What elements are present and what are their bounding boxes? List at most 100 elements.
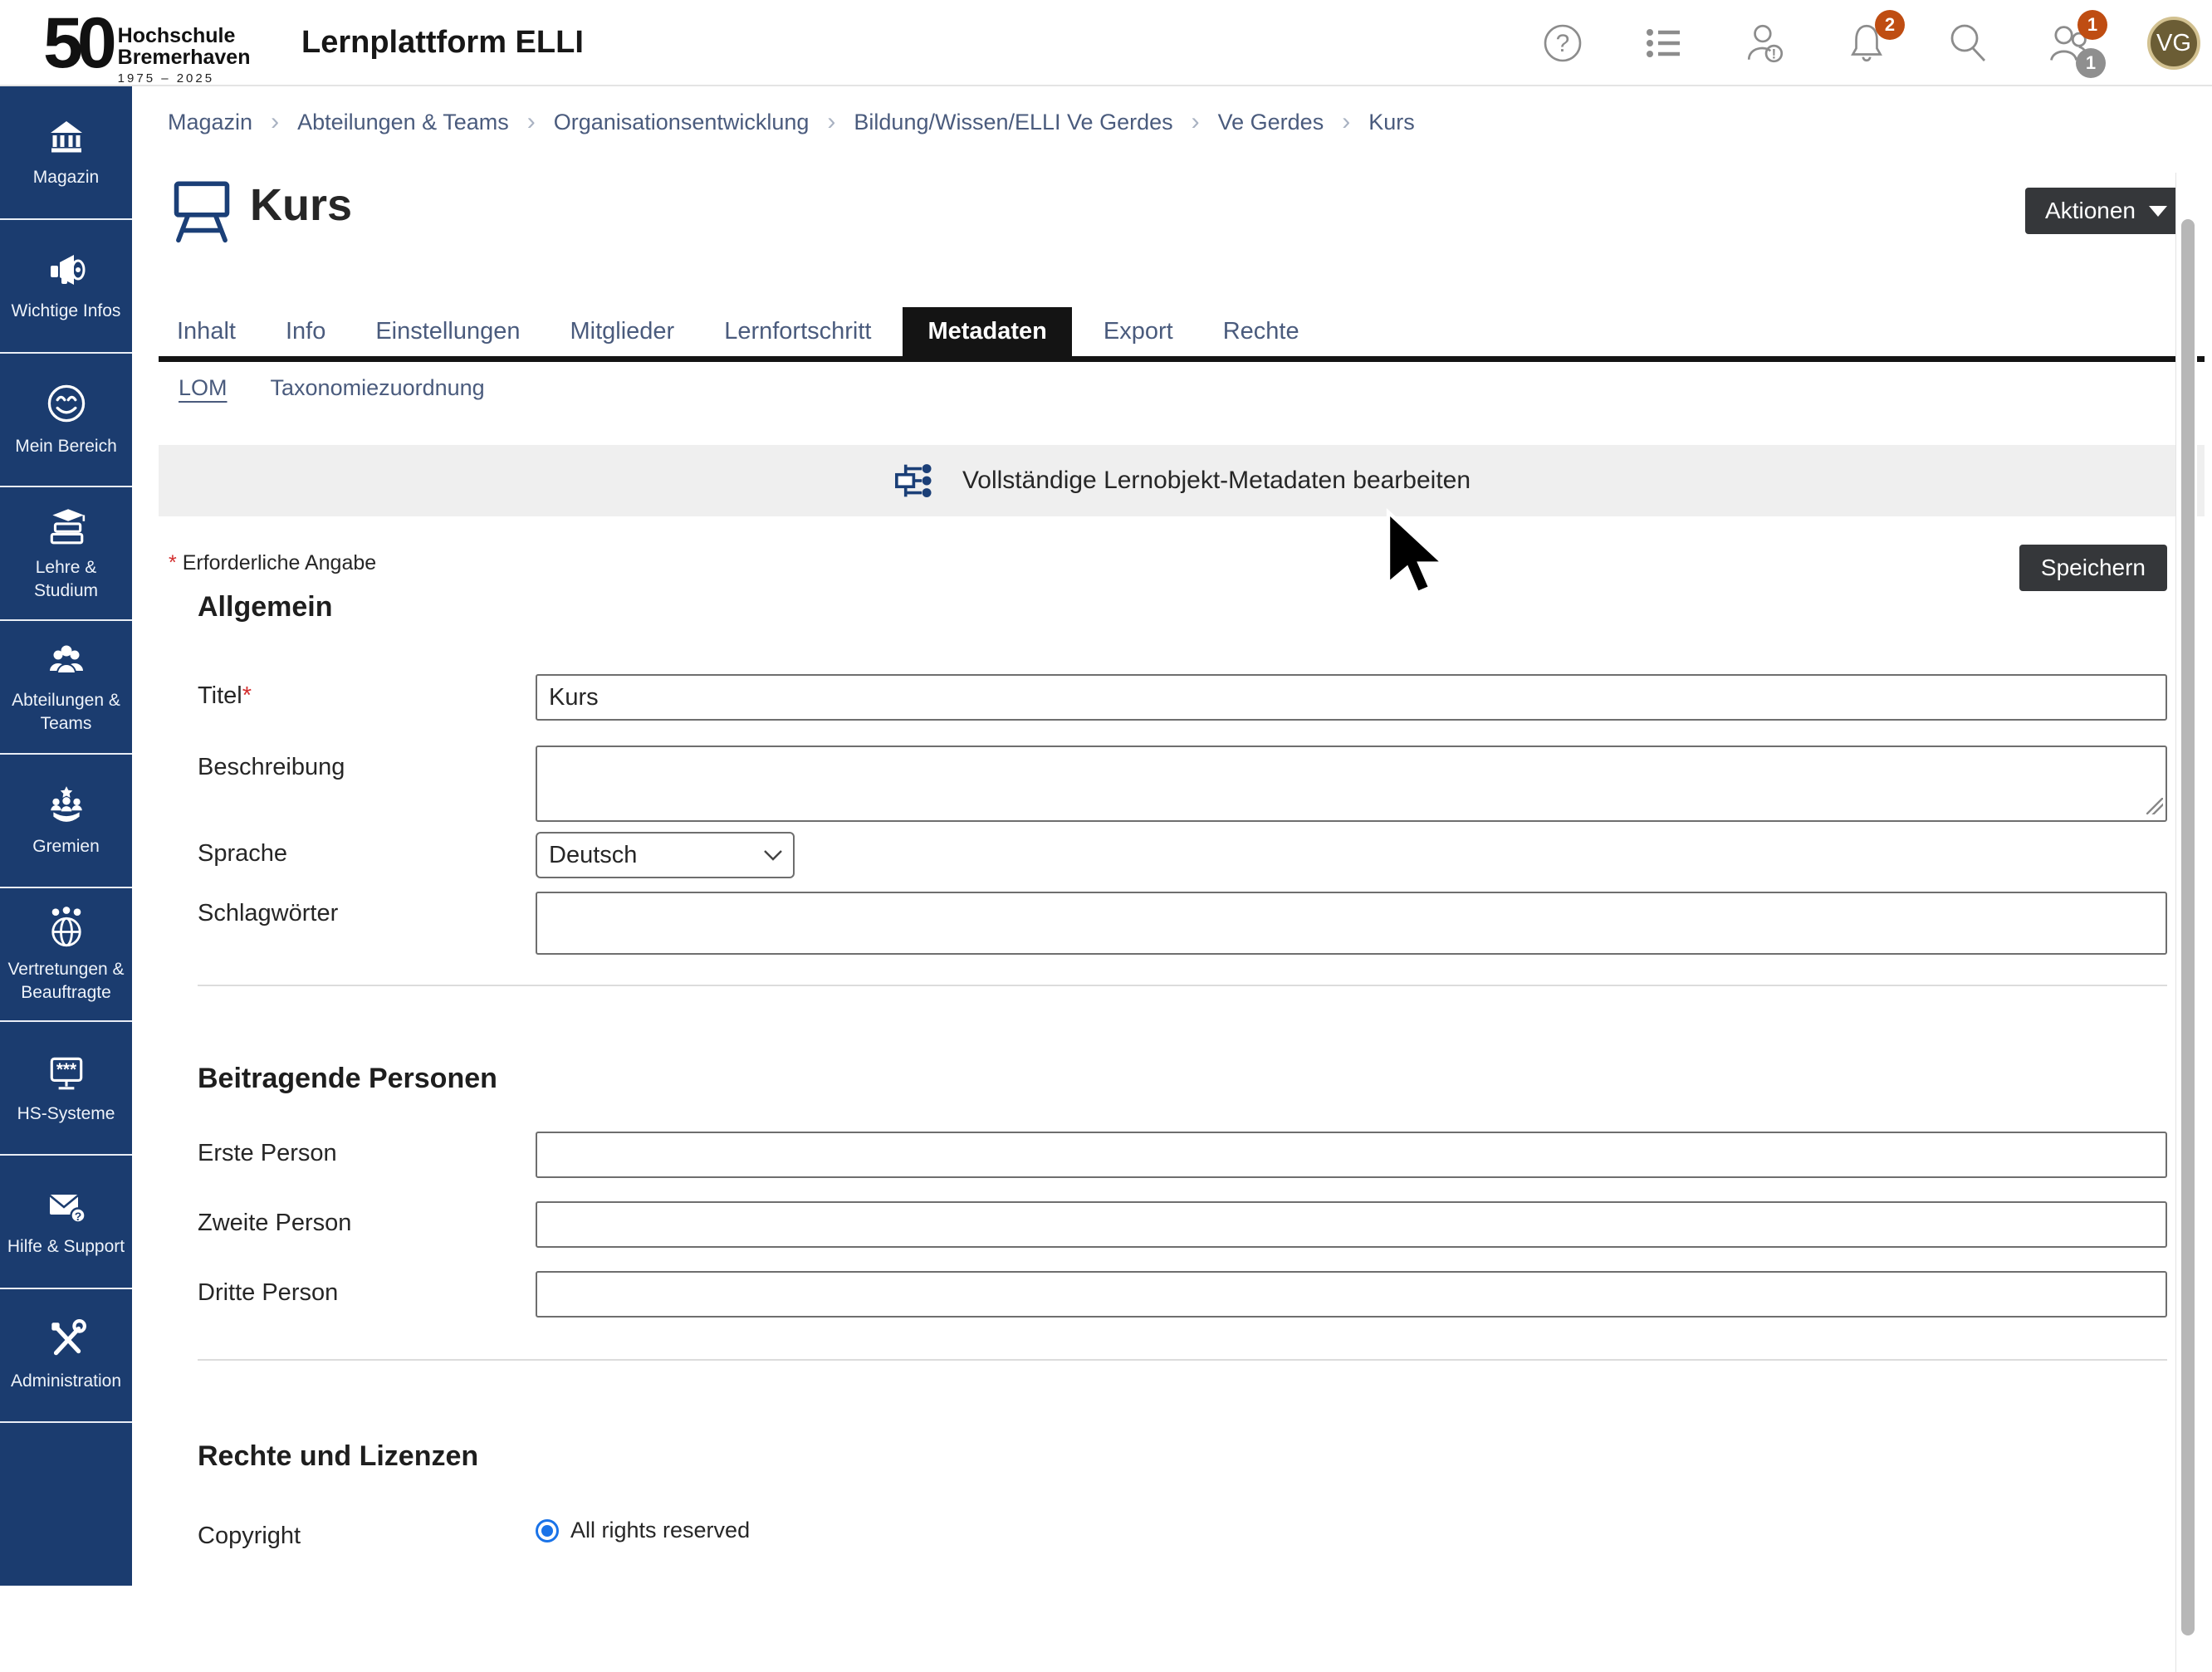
subtab-bar: LOM Taxonomiezuordnung bbox=[179, 375, 485, 401]
form-row-zweite-person: Zweite Person bbox=[198, 1201, 2167, 1248]
titel-input[interactable] bbox=[536, 674, 2167, 721]
tab-export[interactable]: Export bbox=[1085, 307, 1192, 356]
subtab-lom[interactable]: LOM bbox=[179, 375, 228, 401]
tools-icon bbox=[45, 1318, 88, 1360]
tab-metadaten[interactable]: Metadaten bbox=[903, 307, 1071, 356]
sidebar-item-administration[interactable]: Administration bbox=[0, 1289, 132, 1423]
sidebar-item-label: Lehre & Studium bbox=[4, 556, 128, 602]
edit-full-metadata-banner[interactable]: Vollständige Lernobjekt-Metadaten bearbe… bbox=[159, 445, 2205, 516]
search-icon bbox=[1946, 22, 1989, 65]
smiley-icon bbox=[45, 382, 88, 425]
logo-50: 50 bbox=[43, 3, 111, 83]
sidebar-item-magazin[interactable]: Magazin bbox=[0, 86, 132, 220]
vertical-scrollbar[interactable] bbox=[2175, 173, 2197, 1672]
breadcrumb-item[interactable]: Kurs bbox=[1368, 110, 1415, 135]
zweite-person-input[interactable] bbox=[536, 1201, 2167, 1248]
actions-button[interactable]: Aktionen bbox=[2025, 188, 2187, 234]
svg-text:?: ? bbox=[74, 1210, 81, 1223]
sidebar-item-label: Vertretungen & Beauftragte bbox=[4, 958, 128, 1004]
svg-text:!: ! bbox=[1772, 46, 1777, 62]
form-row-copyright: Copyright All rights reserved bbox=[198, 1514, 2167, 1550]
beschreibung-textarea[interactable] bbox=[536, 746, 2167, 822]
logo-name-line1: Hochschule bbox=[118, 25, 251, 46]
svg-text:?: ? bbox=[1556, 30, 1570, 57]
required-note: * Erforderliche Angabe bbox=[169, 551, 376, 575]
save-button[interactable]: Speichern bbox=[2019, 545, 2167, 591]
search-button[interactable] bbox=[1945, 20, 1991, 66]
people-group-icon bbox=[44, 639, 89, 679]
copyright-radio[interactable] bbox=[536, 1519, 559, 1542]
breadcrumb-item[interactable]: Magazin bbox=[168, 110, 252, 135]
sidebar-item-abteilungen-teams[interactable]: Abteilungen & Teams bbox=[0, 621, 132, 755]
tab-info[interactable]: Info bbox=[267, 307, 344, 356]
save-button-label: Speichern bbox=[2041, 555, 2146, 581]
person-alert-icon: ! bbox=[1743, 21, 1788, 66]
section-heading-beitragende: Beitragende Personen bbox=[198, 1063, 2167, 1095]
chevron-right-icon: › bbox=[1192, 108, 1200, 136]
zweite-person-label: Zweite Person bbox=[198, 1201, 536, 1237]
breadcrumb-item[interactable]: Bildung/Wissen/ELLI Ve Gerdes bbox=[854, 110, 1172, 135]
help-button[interactable]: ? bbox=[1539, 20, 1586, 66]
tab-lernfortschritt[interactable]: Lernfortschritt bbox=[706, 307, 889, 356]
awareness-button[interactable]: ! bbox=[1742, 20, 1789, 66]
actions-button-label: Aktionen bbox=[2045, 198, 2136, 224]
caret-down-icon bbox=[2149, 206, 2167, 217]
breadcrumb-item[interactable]: Abteilungen & Teams bbox=[297, 110, 509, 135]
logo-name-line2: Bremerhaven bbox=[118, 46, 251, 68]
sidebar-item-label: HS-Systeme bbox=[17, 1102, 115, 1125]
sidebar-item-label: Magazin bbox=[33, 166, 99, 188]
scrollbar-thumb[interactable] bbox=[2181, 219, 2195, 1635]
app-title: Lernplattform ELLI bbox=[301, 25, 584, 61]
sprache-label: Sprache bbox=[198, 832, 536, 868]
page-title: Kurs bbox=[250, 179, 352, 231]
main-menu-button[interactable] bbox=[1641, 20, 1687, 66]
avatar[interactable]: VG bbox=[2147, 17, 2200, 70]
tab-rechte[interactable]: Rechte bbox=[1205, 307, 1318, 356]
form-row-dritte-person: Dritte Person bbox=[198, 1271, 2167, 1318]
section-heading-rechte: Rechte und Lizenzen bbox=[198, 1440, 2167, 1473]
chevron-right-icon: › bbox=[527, 108, 536, 136]
schlagwoerter-label: Schlagwörter bbox=[198, 892, 536, 927]
erste-person-input[interactable] bbox=[536, 1132, 2167, 1178]
sidebar-item-hilfe-support[interactable]: ? Hilfe & Support bbox=[0, 1156, 132, 1289]
form-row-beschreibung: Beschreibung bbox=[198, 746, 2167, 822]
subtab-taxonomiezuordnung[interactable]: Taxonomiezuordnung bbox=[271, 375, 485, 401]
sprache-select[interactable]: Deutsch bbox=[536, 832, 795, 878]
form-row-erste-person: Erste Person bbox=[198, 1132, 2167, 1178]
sidebar-item-hs-systeme[interactable]: *** HS-Systeme bbox=[0, 1022, 132, 1156]
tab-einstellungen[interactable]: Einstellungen bbox=[357, 307, 538, 356]
sidebar-item-label: Wichtige Infos bbox=[12, 300, 121, 322]
titel-label: Titel* bbox=[198, 674, 536, 710]
section-divider bbox=[198, 1359, 2167, 1361]
sidebar-item-gremien[interactable]: Gremien bbox=[0, 755, 132, 888]
breadcrumb-item[interactable]: Organisationsentwicklung bbox=[554, 110, 810, 135]
sidebar-item-mein-bereich[interactable]: Mein Bereich bbox=[0, 354, 132, 487]
dritte-person-input[interactable] bbox=[536, 1271, 2167, 1318]
tab-mitglieder[interactable]: Mitglieder bbox=[551, 307, 692, 356]
dritte-person-label: Dritte Person bbox=[198, 1271, 536, 1307]
notifications-button[interactable]: 2 bbox=[1843, 20, 1890, 66]
tab-inhalt[interactable]: Inhalt bbox=[159, 307, 254, 356]
required-asterisk: * bbox=[242, 682, 252, 709]
breadcrumb: Magazin › Abteilungen & Teams › Organisa… bbox=[168, 108, 1415, 136]
section-heading-allgemein: Allgemein bbox=[198, 591, 332, 623]
breadcrumb-item[interactable]: Ve Gerdes bbox=[1218, 110, 1324, 135]
svg-text:***: *** bbox=[56, 1060, 76, 1079]
list-icon bbox=[1642, 22, 1686, 65]
chevron-right-icon: › bbox=[271, 108, 279, 136]
copyright-option-label: All rights reserved bbox=[570, 1518, 750, 1543]
schlagwoerter-input[interactable] bbox=[536, 892, 2167, 955]
sidebar-item-wichtige-infos[interactable]: Wichtige Infos bbox=[0, 220, 132, 354]
form-row-schlagwoerter: Schlagwörter bbox=[198, 892, 2167, 955]
main-content: Magazin › Abteilungen & Teams › Organisa… bbox=[132, 86, 2197, 1586]
chevron-right-icon: › bbox=[827, 108, 835, 136]
notifications-badge: 2 bbox=[1875, 10, 1905, 40]
bank-icon bbox=[45, 116, 88, 156]
sidebar-item-vertretungen-beauftragte[interactable]: Vertretungen & Beauftragte bbox=[0, 888, 132, 1022]
contacts-badge-new: 1 bbox=[2077, 10, 2107, 40]
edit-full-metadata-label: Vollständige Lernobjekt-Metadaten bearbe… bbox=[962, 467, 1471, 495]
contacts-button[interactable]: 1 1 bbox=[2046, 20, 2092, 66]
sidebar-item-lehre-studium[interactable]: Lehre & Studium bbox=[0, 487, 132, 621]
help-icon: ? bbox=[1541, 22, 1584, 65]
hochschule-bremerhaven-logo: 50 Hochschule Bremerhaven 1975 – 2025 bbox=[43, 3, 250, 86]
